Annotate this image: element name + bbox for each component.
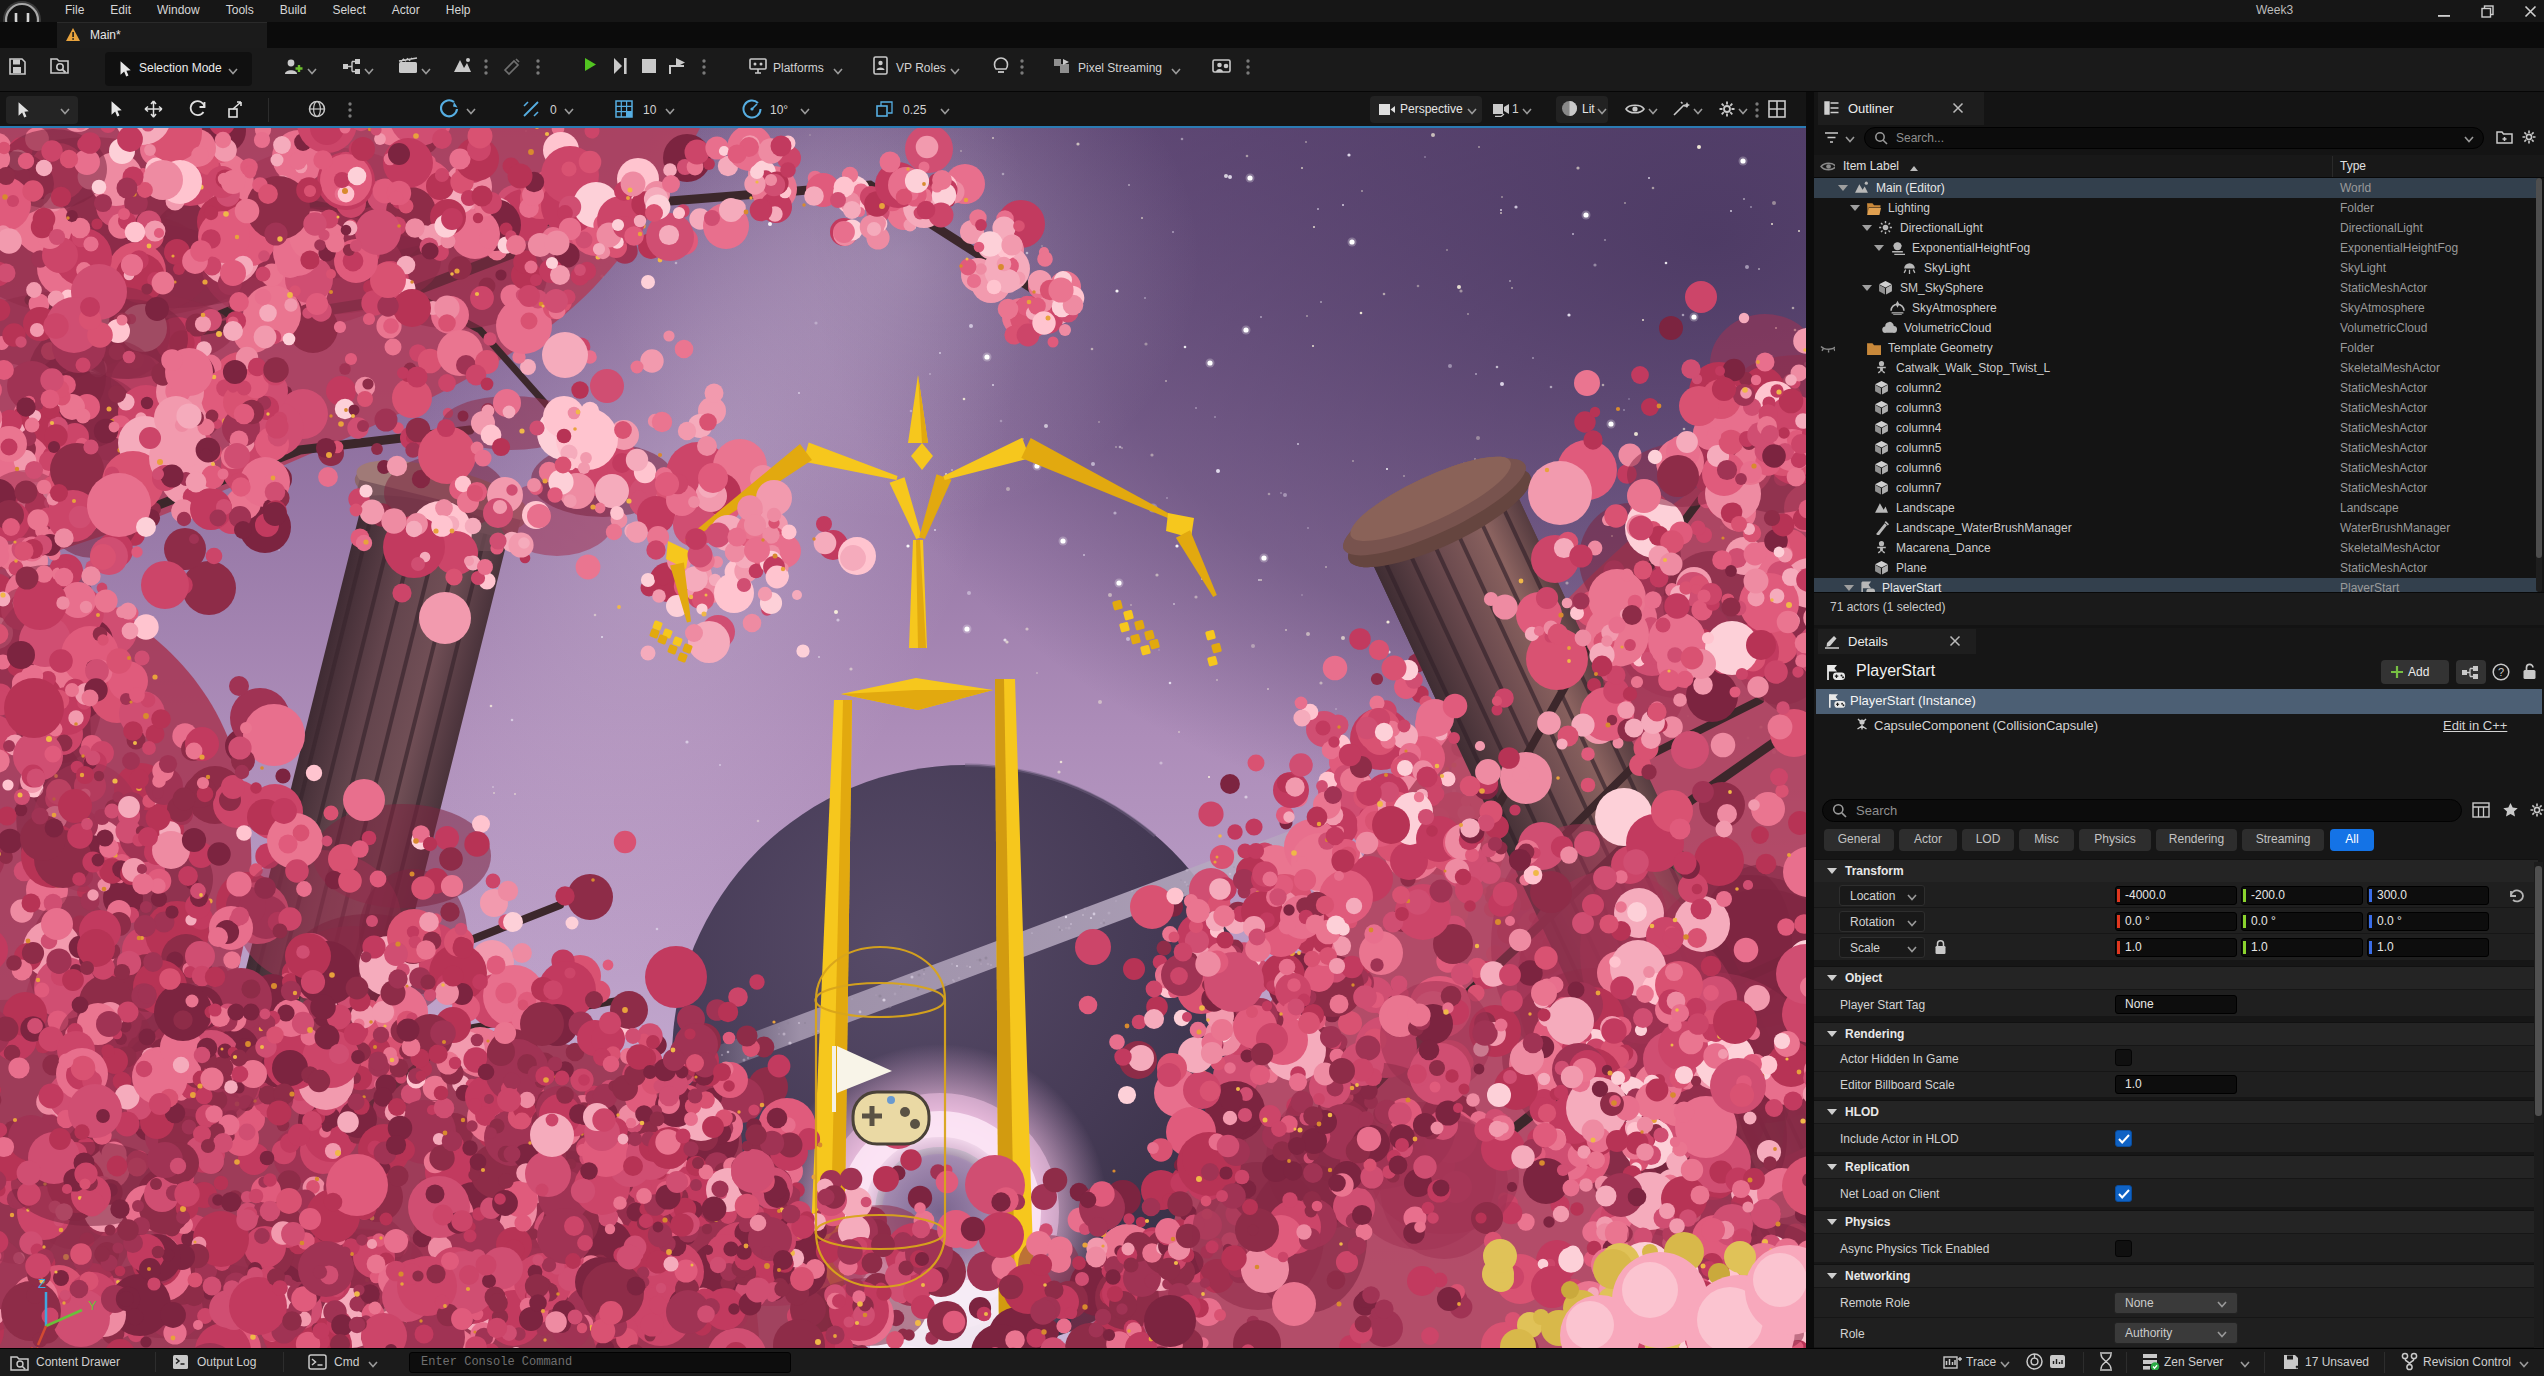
svg-text:?: ? xyxy=(2498,666,2504,678)
svg-text:Z: Z xyxy=(38,1276,46,1291)
svg-text:Y: Y xyxy=(88,1298,97,1313)
